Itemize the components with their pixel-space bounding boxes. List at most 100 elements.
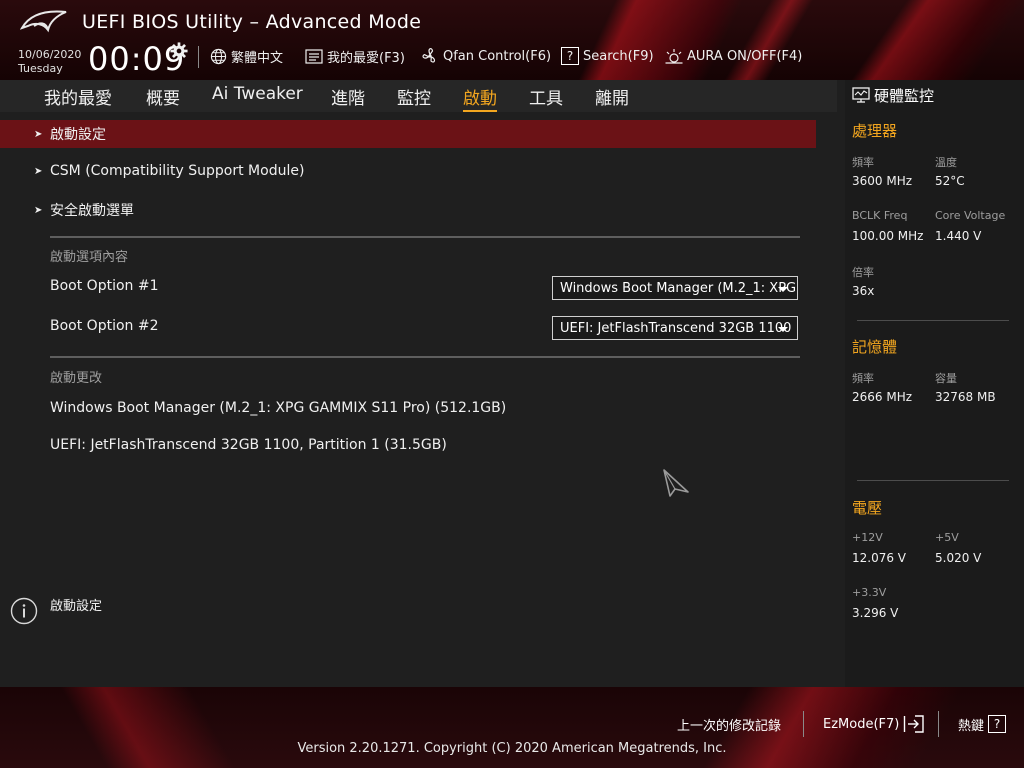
header-bar: UEFI BIOS Utility – Advanced Mode 10/06/… [0, 0, 1024, 80]
ezmode-label: EzMode(F7) [823, 716, 900, 732]
boot-option-priorities-label: 啟動選項內容 [50, 250, 129, 265]
favorites-icon [305, 48, 323, 64]
v5-value: 5.020 V [935, 551, 982, 565]
language-label: 繁體中文 [231, 50, 284, 66]
ratio-value: 36x [852, 284, 875, 298]
memory-capacity-label: 容量 [935, 372, 957, 385]
memory-freq-label: 頻率 [852, 372, 874, 385]
date-text: 10/06/2020 [18, 48, 82, 61]
menu-item-label: 安全啟動選單 [50, 203, 134, 219]
chevron-right-icon: ➤ [34, 165, 43, 177]
v33-value: 3.296 V [852, 606, 899, 620]
chevron-right-icon: ➤ [34, 204, 43, 216]
memory-capacity-value: 32768 MB [935, 390, 996, 404]
tab-bar: 我的最愛 概要 Ai Tweaker 進階 監控 啟動 工具 離開 [0, 80, 837, 112]
monitor-icon [852, 87, 870, 103]
menu-item-label: 啟動設定 [50, 127, 106, 143]
section-divider [50, 356, 800, 358]
cpu-temp-label: 溫度 [935, 156, 957, 169]
header-divider [198, 46, 199, 68]
mouse-pointer-icon [663, 469, 689, 497]
boot-override-item-1[interactable]: Windows Boot Manager (M.2_1: XPG GAMMIX … [50, 400, 506, 416]
boot-override-item-2[interactable]: UEFI: JetFlashTranscend 32GB 1100, Parti… [50, 437, 447, 453]
tab-advanced[interactable]: 進階 [331, 84, 365, 109]
question-box-icon: ? [988, 715, 1007, 733]
help-panel: 啟動設定 [0, 585, 837, 687]
menu-item-boot-configuration[interactable]: ➤ 啟動設定 [0, 120, 816, 148]
qfan-control-button[interactable]: Qfan Control(F6) [421, 46, 551, 66]
tab-tool[interactable]: 工具 [529, 84, 563, 109]
gear-icon[interactable] [170, 42, 188, 60]
chevron-right-icon: ➤ [34, 128, 43, 140]
bclk-value: 100.00 MHz [852, 229, 924, 243]
bclk-label: BCLK Freq [852, 209, 908, 222]
aura-label: AURA ON/OFF(F4) [687, 48, 803, 64]
favorites-button[interactable]: 我的最愛(F3) [305, 46, 405, 66]
boot-override-label: 啟動更改 [50, 371, 103, 386]
chevron-down-icon [778, 287, 788, 292]
boot-option-2-value: UEFI: JetFlashTranscend 32GB 1100 [560, 320, 792, 336]
chevron-down-icon [778, 327, 788, 332]
tab-overview[interactable]: 概要 [146, 84, 180, 109]
boot-option-1-select[interactable]: Windows Boot Manager (M.2_1: XPG GAMMIX … [552, 276, 798, 300]
cpu-section-title: 處理器 [852, 122, 898, 140]
footer-divider [938, 711, 939, 737]
weekday-text: Tuesday [18, 62, 63, 75]
boot-option-2-select[interactable]: UEFI: JetFlashTranscend 32GB 1100 [552, 316, 798, 340]
aura-icon [665, 49, 683, 64]
menu-item-csm[interactable]: ➤ CSM (Compatibility Support Module) [0, 157, 816, 185]
language-button[interactable]: 繁體中文 [210, 46, 283, 66]
last-modified-label: 上一次的修改記錄 [677, 718, 782, 734]
memory-freq-value: 2666 MHz [852, 390, 913, 404]
question-box-icon: ? [561, 47, 579, 65]
qfan-control-label: Qfan Control(F6) [443, 48, 552, 64]
info-icon [10, 597, 38, 625]
menu-item-secure-boot[interactable]: ➤ 安全啟動選單 [0, 196, 816, 224]
hotkeys-button[interactable]: 熱鍵 ? [958, 714, 1007, 734]
cpu-temp-value: 52°C [935, 174, 965, 188]
tab-favorites[interactable]: 我的最愛 [44, 84, 112, 109]
footer-divider [803, 711, 804, 737]
tab-exit[interactable]: 離開 [595, 84, 629, 109]
voltage-section-title: 電壓 [852, 499, 883, 517]
rog-logo-icon [20, 10, 67, 33]
search-label: Search(F9) [583, 48, 654, 64]
boot-option-1-value: Windows Boot Manager (M.2_1: XPG GAMMIX … [560, 280, 797, 296]
date-display: 10/06/2020 Tuesday [18, 48, 81, 76]
hardware-monitor-title: 硬體監控 [874, 86, 935, 105]
last-modified-button[interactable]: 上一次的修改記錄 [677, 714, 781, 734]
ratio-label: 倍率 [852, 266, 874, 279]
section-divider [50, 236, 800, 238]
boot-option-1-label: Boot Option #1 [50, 278, 159, 294]
tab-ai-tweaker[interactable]: Ai Tweaker [212, 84, 303, 104]
ezmode-button[interactable]: EzMode(F7) [823, 714, 925, 734]
monitor-divider [857, 320, 1009, 321]
v12-value: 12.076 V [852, 551, 907, 565]
app-title: UEFI BIOS Utility – Advanced Mode [82, 11, 422, 33]
menu-item-label: CSM (Compatibility Support Module) [50, 163, 305, 179]
help-text: 啟動設定 [50, 599, 103, 614]
core-voltage-value: 1.440 V [935, 229, 982, 243]
v12-label: +12V [852, 531, 883, 544]
footer-bar: 上一次的修改記錄 EzMode(F7) 熱鍵 ? Version 2.20.12… [0, 687, 1024, 768]
hardware-monitor-panel: 硬體監控 處理器 頻率 溫度 3600 MHz 52°C BCLK Freq C… [845, 80, 1024, 687]
monitor-divider [857, 480, 1009, 481]
fan-icon [422, 48, 436, 63]
search-button[interactable]: ? Search(F9) [561, 46, 654, 66]
hardware-monitor-header: 硬體監控 [845, 80, 1024, 110]
boot-option-2-label: Boot Option #2 [50, 318, 159, 334]
tab-monitor[interactable]: 監控 [397, 84, 431, 109]
exit-arrow-icon [904, 715, 925, 733]
main-panel: 我的最愛 概要 Ai Tweaker 進階 監控 啟動 工具 離開 ➤ 啟動設定… [0, 80, 837, 577]
cpu-freq-value: 3600 MHz [852, 174, 913, 188]
copyright-text: Version 2.20.1271. Copyright (C) 2020 Am… [297, 741, 727, 756]
cpu-freq-label: 頻率 [852, 156, 874, 169]
v33-label: +3.3V [852, 586, 887, 599]
v5-label: +5V [935, 531, 959, 544]
globe-icon [210, 48, 227, 64]
tab-boot[interactable]: 啟動 [463, 84, 497, 112]
core-voltage-label: Core Voltage [935, 209, 1006, 222]
memory-section-title: 記憶體 [852, 338, 898, 356]
aura-toggle-button[interactable]: AURA ON/OFF(F4) [665, 46, 802, 66]
hotkeys-label: 熱鍵 [958, 718, 985, 734]
